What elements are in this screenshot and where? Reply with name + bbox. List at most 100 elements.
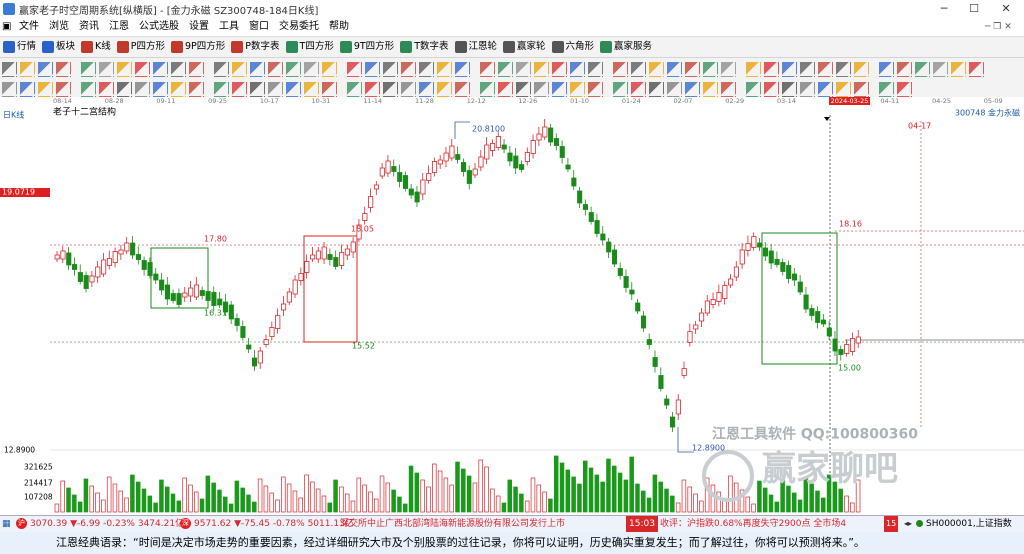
analysis-tool-40-icon[interactable] bbox=[763, 81, 779, 97]
analysis-tool-22-icon[interactable] bbox=[418, 81, 434, 97]
drawing-tool-38-icon[interactable] bbox=[720, 61, 736, 77]
drawing-tool-24-icon[interactable] bbox=[454, 61, 470, 77]
toolbar-button-9[interactable]: 江恩轮 bbox=[454, 37, 497, 57]
drawing-tool-39-icon[interactable] bbox=[745, 61, 761, 77]
analysis-tool-35-icon[interactable] bbox=[666, 81, 682, 97]
drawing-tool-36-icon[interactable] bbox=[684, 61, 700, 77]
drawing-tool-4-icon[interactable] bbox=[80, 61, 96, 77]
analysis-tool-2-icon[interactable] bbox=[37, 81, 53, 97]
toolbar-button-0[interactable]: 行情 bbox=[3, 37, 36, 57]
analysis-tool-14-icon[interactable] bbox=[267, 81, 283, 97]
drawing-tool-23-icon[interactable] bbox=[436, 61, 452, 77]
drawing-tool-13-icon[interactable] bbox=[249, 61, 265, 77]
analysis-tool-29-icon[interactable] bbox=[551, 81, 567, 97]
drawing-tool-21-icon[interactable] bbox=[400, 61, 416, 77]
toolbar-button-12[interactable]: 赢家服务 bbox=[600, 37, 652, 57]
menu-item-4[interactable]: 公式选股 bbox=[134, 18, 184, 36]
analysis-tool-36-icon[interactable] bbox=[684, 81, 700, 97]
drawing-tool-30-icon[interactable] bbox=[569, 61, 585, 77]
drawing-tool-5-icon[interactable] bbox=[98, 61, 114, 77]
menu-app-icon[interactable]: ▣ bbox=[0, 18, 14, 36]
analysis-tool-43-icon[interactable] bbox=[817, 81, 833, 97]
analysis-tool-20-icon[interactable] bbox=[382, 81, 398, 97]
analysis-tool-46-icon[interactable] bbox=[878, 81, 894, 97]
analysis-tool-32-icon[interactable] bbox=[612, 81, 628, 97]
analysis-tool-3-icon[interactable] bbox=[55, 81, 71, 97]
drawing-tool-9-icon[interactable] bbox=[170, 61, 186, 77]
drawing-tool-15-icon[interactable] bbox=[285, 61, 301, 77]
toolbar-button-1[interactable]: 板块 bbox=[42, 37, 75, 57]
grid-icon[interactable]: ▦ bbox=[2, 516, 11, 532]
menu-item-9[interactable]: 帮助 bbox=[324, 18, 354, 36]
drawing-tool-31-icon[interactable] bbox=[587, 61, 603, 77]
drawing-tool-27-icon[interactable] bbox=[515, 61, 531, 77]
drawing-tool-7-icon[interactable] bbox=[134, 61, 150, 77]
drawing-tool-34-icon[interactable] bbox=[648, 61, 664, 77]
analysis-tool-37-icon[interactable] bbox=[702, 81, 718, 97]
drawing-tool-8-icon[interactable] bbox=[152, 61, 168, 77]
drawing-tool-12-icon[interactable] bbox=[231, 61, 247, 77]
menu-item-7[interactable]: 窗口 bbox=[244, 18, 274, 36]
analysis-tool-34-icon[interactable] bbox=[648, 81, 664, 97]
drawing-tool-49-icon[interactable] bbox=[932, 61, 948, 77]
menu-item-0[interactable]: 文件 bbox=[14, 18, 44, 36]
analysis-tool-13-icon[interactable] bbox=[249, 81, 265, 97]
drawing-tool-50-icon[interactable] bbox=[950, 61, 966, 77]
toolbar-button-3[interactable]: P四方形 bbox=[116, 37, 165, 57]
drawing-tool-22-icon[interactable] bbox=[418, 61, 434, 77]
drawing-tool-41-icon[interactable] bbox=[781, 61, 797, 77]
analysis-tool-31-icon[interactable] bbox=[587, 81, 603, 97]
analysis-tool-42-icon[interactable] bbox=[799, 81, 815, 97]
analysis-tool-6-icon[interactable] bbox=[116, 81, 132, 97]
analysis-tool-8-icon[interactable] bbox=[152, 81, 168, 97]
toolbar-button-5[interactable]: P数字表 bbox=[231, 37, 280, 57]
drawing-tool-28-icon[interactable] bbox=[533, 61, 549, 77]
analysis-tool-18-icon[interactable] bbox=[346, 81, 362, 97]
menu-item-3[interactable]: 江恩 bbox=[104, 18, 134, 36]
drawing-tool-3-icon[interactable] bbox=[55, 61, 71, 77]
menu-item-5[interactable]: 设置 bbox=[184, 18, 214, 36]
shanghai-index[interactable]: 3070.39 ▼-6.99 -0.23% 3474.21亿 bbox=[30, 516, 184, 532]
analysis-tool-10-icon[interactable] bbox=[188, 81, 204, 97]
analysis-tool-30-icon[interactable] bbox=[569, 81, 585, 97]
drawing-tool-18-icon[interactable] bbox=[346, 61, 362, 77]
analysis-tool-21-icon[interactable] bbox=[400, 81, 416, 97]
menu-restore-icon[interactable]: ─ ❐ ✕ bbox=[985, 18, 1012, 36]
minimize-button[interactable]: ─ bbox=[928, 0, 960, 18]
analysis-tool-41-icon[interactable] bbox=[781, 81, 797, 97]
analysis-tool-5-icon[interactable] bbox=[98, 81, 114, 97]
maximize-button[interactable]: ☐ bbox=[958, 0, 990, 18]
toolbar-button-8[interactable]: T数字表 bbox=[400, 37, 449, 57]
analysis-tool-23-icon[interactable] bbox=[436, 81, 452, 97]
drawing-tool-25-icon[interactable] bbox=[479, 61, 495, 77]
analysis-tool-4-icon[interactable] bbox=[80, 81, 96, 97]
analysis-tool-38-icon[interactable] bbox=[720, 81, 736, 97]
drawing-tool-37-icon[interactable] bbox=[702, 61, 718, 77]
index-code[interactable]: SH000001,上证指数 bbox=[926, 516, 1012, 532]
drawing-tool-16-icon[interactable] bbox=[303, 61, 319, 77]
toolbar-button-4[interactable]: 9P四方形 bbox=[171, 37, 225, 57]
toolbar-button-7[interactable]: 9T四方形 bbox=[339, 37, 394, 57]
drawing-tool-17-icon[interactable] bbox=[321, 61, 337, 77]
analysis-tool-15-icon[interactable] bbox=[285, 81, 301, 97]
drawing-tool-44-icon[interactable] bbox=[835, 61, 851, 77]
drawing-tool-1-icon[interactable] bbox=[19, 61, 35, 77]
drawing-tool-6-icon[interactable] bbox=[116, 61, 132, 77]
analysis-tool-9-icon[interactable] bbox=[170, 81, 186, 97]
toolbar-button-6[interactable]: T四方形 bbox=[285, 37, 334, 57]
drawing-tool-32-icon[interactable] bbox=[612, 61, 628, 77]
analysis-tool-33-icon[interactable] bbox=[630, 81, 646, 97]
drawing-tool-26-icon[interactable] bbox=[497, 61, 513, 77]
drawing-tool-42-icon[interactable] bbox=[799, 61, 815, 77]
analysis-tool-19-icon[interactable] bbox=[364, 81, 380, 97]
drawing-tool-47-icon[interactable] bbox=[896, 61, 912, 77]
analysis-tool-24-icon[interactable] bbox=[454, 81, 470, 97]
shenzhen-index[interactable]: 9571.62 ▼-75.45 -0.78% 5011.13亿 bbox=[194, 516, 354, 532]
analysis-tool-28-icon[interactable] bbox=[533, 81, 549, 97]
drawing-tool-40-icon[interactable] bbox=[763, 61, 779, 77]
toolbar-button-11[interactable]: 六角形 bbox=[551, 37, 594, 57]
analysis-tool-7-icon[interactable] bbox=[134, 81, 150, 97]
analysis-tool-47-icon[interactable] bbox=[896, 81, 912, 97]
drawing-tool-43-icon[interactable] bbox=[817, 61, 833, 77]
analysis-tool-26-icon[interactable] bbox=[497, 81, 513, 97]
